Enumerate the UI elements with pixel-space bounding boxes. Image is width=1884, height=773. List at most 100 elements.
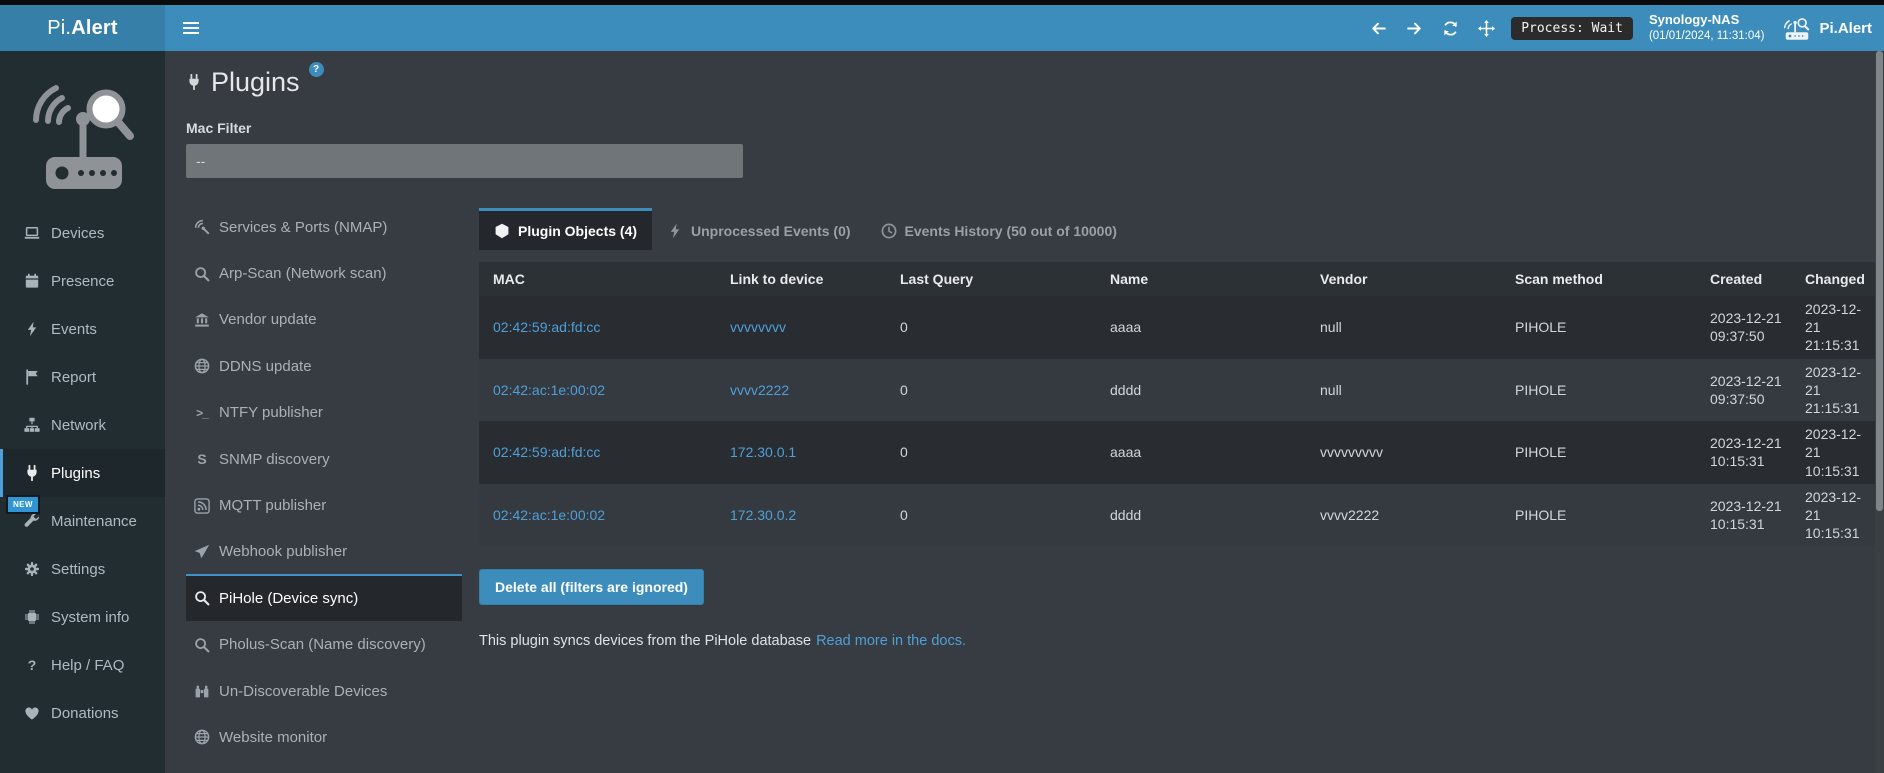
plugin-nav-item-snmp-discovery[interactable]: S SNMP discovery: [186, 435, 462, 481]
cell-scan-method: PIHOLE: [1501, 296, 1696, 359]
refresh-icon[interactable]: [1442, 20, 1459, 37]
cell-link[interactable]: 02:42:ac:1e:00:02: [493, 382, 605, 398]
globe-icon: [194, 729, 210, 745]
tab-label: Unprocessed Events (0): [691, 223, 851, 239]
column-header-vendor: Vendor: [1306, 262, 1501, 296]
sidebar-item-help-faq[interactable]: ?Help / FAQ: [0, 641, 165, 689]
globe-icon: [194, 358, 210, 374]
cell-vendor: null: [1306, 296, 1501, 359]
cell-link[interactable]: 02:42:ac:1e:00:02: [493, 507, 605, 523]
plug-icon: [24, 465, 40, 481]
back-arrow-icon[interactable]: [1370, 20, 1387, 37]
cell-mac: 02:42:59:ad:fd:cc: [479, 421, 716, 484]
cell-link-to-device: vvvvvvvv: [716, 296, 886, 359]
cell-created: 2023-12-21 09:37:50: [1696, 359, 1791, 422]
plugin-nav-item-website-monitor[interactable]: Website monitor: [186, 713, 462, 759]
cell-link-to-device: 172.30.0.2: [716, 484, 886, 547]
brand-logo[interactable]: Pi.Alert: [0, 5, 165, 51]
sidebar-item-settings[interactable]: Settings: [0, 545, 165, 593]
cell-last-query: 0: [886, 296, 1096, 359]
brand-pre: Pi.: [47, 17, 71, 40]
column-header-link-to-device: Link to device: [716, 262, 886, 296]
cell-link[interactable]: 02:42:59:ad:fd:cc: [493, 444, 600, 460]
sidebar-item-label: Report: [51, 369, 96, 386]
sidebar-item-events[interactable]: Events: [0, 305, 165, 353]
plugin-nav-item-ntfy-publisher[interactable]: >_NTFY publisher: [186, 389, 462, 435]
sidebar-item-network[interactable]: Network: [0, 401, 165, 449]
sidebar-item-presence[interactable]: Presence: [0, 257, 165, 305]
process-status-badge[interactable]: Process: Wait: [1511, 17, 1633, 40]
sidebar-item-plugins[interactable]: Plugins: [0, 449, 165, 497]
table-body: 02:42:59:ad:fd:cc vvvvvvvv 0aaaanullPIHOLE…: [479, 296, 1880, 546]
plugin-nav-item-pihole-device-sync[interactable]: PiHole (Device sync): [186, 574, 462, 620]
shell: Devices Presence Events Report Network Plugin…: [0, 51, 1884, 773]
cell-link[interactable]: 172.30.0.1: [730, 444, 796, 460]
sidebar-item-devices[interactable]: Devices: [0, 209, 165, 257]
cell-changed: 2023-12-21 10:15:31: [1791, 421, 1880, 484]
cell-scan-method: PIHOLE: [1501, 359, 1696, 422]
sidebar-item-label: Events: [51, 321, 97, 338]
plugin-panel: Plugin Objects (4) Unprocessed Events (0)…: [479, 203, 1880, 649]
cell-created: 2023-12-21 09:37:50: [1696, 296, 1791, 359]
cell-link[interactable]: vvvv2222: [730, 382, 789, 398]
docs-link[interactable]: Read more in the docs.: [816, 633, 966, 649]
search-icon: [194, 637, 210, 653]
s-letter-icon: S: [194, 451, 210, 467]
search-icon: [194, 590, 210, 606]
cell-link[interactable]: 02:42:59:ad:fd:cc: [493, 319, 600, 335]
delete-all-button[interactable]: Delete all (filters are ignored): [479, 569, 704, 605]
cell-mac: 02:42:59:ad:fd:cc: [479, 296, 716, 359]
tab-bar: Plugin Objects (4) Unprocessed Events (0)…: [479, 208, 1880, 250]
cell-changed: 2023-12-21 10:15:31: [1791, 484, 1880, 547]
mac-filter-input[interactable]: [186, 144, 743, 178]
cell-link[interactable]: 172.30.0.2: [730, 507, 796, 523]
plugin-objects-table: MACLink to deviceLast QueryNameVendorSca…: [479, 262, 1880, 546]
plugin-nav-item-ddns-update[interactable]: DDNS update: [186, 342, 462, 388]
tab-label: Events History (50 out of 10000): [905, 223, 1117, 239]
plugin-nav-item-webhook-publisher[interactable]: Webhook publisher: [186, 528, 462, 574]
router-mini-icon: [1782, 16, 1812, 41]
plugin-description: This plugin syncs devices from the PiHol…: [479, 633, 1880, 649]
cell-vendor: vvvv2222: [1306, 484, 1501, 547]
sidebar-item-system-info[interactable]: System info: [0, 593, 165, 641]
sidebar-item-label: Settings: [51, 561, 105, 578]
new-feature-badge: NEW: [6, 495, 40, 514]
tab-unprocessed-events-0[interactable]: Unprocessed Events (0): [652, 208, 866, 250]
cell-name: aaaa: [1096, 296, 1306, 359]
plugin-nav-item-un-discoverable-devices[interactable]: Un-Discoverable Devices: [186, 667, 462, 713]
sidebar-item-label: Plugins: [51, 465, 100, 482]
cell-name: dddd: [1096, 359, 1306, 422]
sidebar-item-report[interactable]: Report: [0, 353, 165, 401]
sidebar-item-donations[interactable]: Donations: [0, 689, 165, 737]
move-arrows-icon[interactable]: [1478, 20, 1495, 37]
terminal-icon: >_: [194, 405, 210, 421]
plugin-nav-label: SNMP discovery: [219, 451, 330, 468]
column-header-created: Created: [1696, 262, 1791, 296]
forward-arrow-icon[interactable]: [1406, 20, 1423, 37]
topbar-app-name[interactable]: Pi.Alert: [1819, 20, 1872, 37]
send-icon: [194, 544, 210, 560]
page-scrollbar[interactable]: [1875, 51, 1884, 773]
scrollbar-thumb[interactable]: [1876, 51, 1883, 511]
host-info: Synology-NAS (01/01/2024, 11:31:04): [1649, 11, 1765, 44]
plugin-nav-item-vendor-update[interactable]: Vendor update: [186, 296, 462, 342]
tab-plugin-objects-4[interactable]: Plugin Objects (4): [479, 208, 652, 250]
sidebar-toggle-icon[interactable]: [183, 22, 199, 34]
sidebar-item-label: Presence: [51, 273, 114, 290]
cell-name: dddd: [1096, 484, 1306, 547]
plugin-nav-item-pholus-scan-name-discovery[interactable]: Pholus-Scan (Name discovery): [186, 621, 462, 667]
plugin-nav-item-mqtt-publisher[interactable]: MQTT publisher: [186, 481, 462, 527]
plugin-nav-label: Webhook publisher: [219, 543, 347, 560]
plugin-nav-label: Website monitor: [219, 729, 327, 746]
cell-link[interactable]: vvvvvvvv: [730, 319, 786, 335]
plugin-nav-item-arp-scan-network-scan[interactable]: Arp-Scan (Network scan): [186, 249, 462, 295]
rss-icon: [194, 498, 210, 514]
column-header-changed: Changed: [1791, 262, 1880, 296]
tab-events-history-50-out-of-10000[interactable]: Events History (50 out of 10000): [866, 208, 1132, 250]
page-header: Plugins ?: [186, 64, 1880, 100]
table-header-row: MACLink to deviceLast QueryNameVendorSca…: [479, 262, 1880, 296]
topbar-nav-icons: [1370, 20, 1495, 37]
help-badge[interactable]: ?: [309, 62, 324, 77]
plugin-nav-item-services-ports-nmap[interactable]: Services & Ports (NMAP): [186, 203, 462, 249]
mac-filter-label: Mac Filter: [186, 120, 1880, 136]
